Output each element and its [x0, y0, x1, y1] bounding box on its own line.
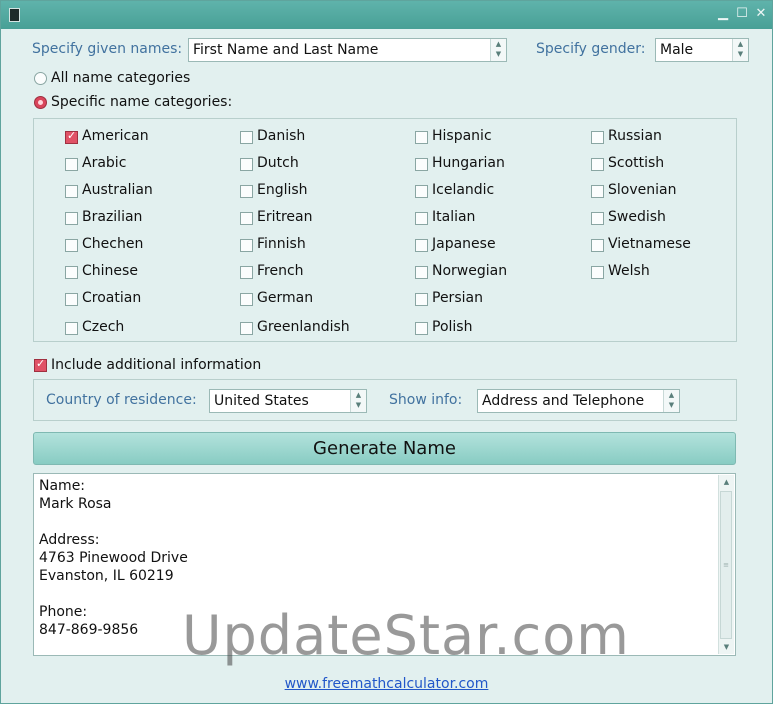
- category-checkbox[interactable]: [240, 239, 253, 252]
- category-checkbox[interactable]: [240, 266, 253, 279]
- category-label: Swedish: [608, 209, 666, 225]
- category-label: Hungarian: [432, 155, 505, 171]
- category-checkbox[interactable]: [591, 185, 604, 198]
- categories-group: American Arabic Australian Brazilian Chechen…: [33, 118, 737, 342]
- category-label: Persian: [432, 290, 483, 306]
- category-checkbox[interactable]: [65, 129, 78, 144]
- category-label: Arabic: [82, 155, 127, 171]
- category-label: Australian: [82, 182, 153, 198]
- category-checkbox[interactable]: [65, 239, 78, 252]
- category-label: Slovenian: [608, 182, 677, 198]
- scroll-down-icon[interactable]: ▼: [719, 640, 734, 654]
- category-label: Norwegian: [432, 263, 508, 279]
- minimize-icon[interactable]: ▁: [715, 6, 731, 22]
- category-checkbox[interactable]: [415, 185, 428, 198]
- category-label: Greenlandish: [257, 319, 350, 335]
- all-categories-label: All name categories: [51, 70, 191, 86]
- specific-categories-label: Specific name categories:: [51, 94, 233, 110]
- spin-arrows-icon[interactable]: ▲ ▼: [663, 390, 679, 412]
- category-label: French: [257, 263, 304, 279]
- category-label: English: [257, 182, 308, 198]
- category-label: Hispanic: [432, 128, 492, 144]
- category-checkbox[interactable]: [240, 322, 253, 335]
- category-label: Dutch: [257, 155, 299, 171]
- category-checkbox[interactable]: [65, 293, 78, 306]
- category-checkbox[interactable]: [65, 212, 78, 225]
- show-info-value: Address and Telephone: [482, 393, 645, 409]
- category-label: Czech: [82, 319, 125, 335]
- category-label: Italian: [432, 209, 476, 225]
- spin-arrows-icon[interactable]: ▲ ▼: [490, 39, 506, 61]
- category-checkbox[interactable]: [65, 266, 78, 279]
- category-checkbox[interactable]: [415, 266, 428, 279]
- given-names-value: First Name and Last Name: [193, 42, 379, 58]
- category-checkbox[interactable]: [65, 322, 78, 335]
- watermark-text: UpdateStar.com: [182, 604, 630, 667]
- category-label: Russian: [608, 128, 662, 144]
- country-select[interactable]: United States ▲ ▼: [209, 389, 367, 413]
- country-value: United States: [214, 393, 309, 409]
- category-checkbox[interactable]: [591, 131, 604, 144]
- given-names-label: Specify given names:: [32, 41, 183, 57]
- output-scrollbar[interactable]: ▲ ≡ ▼: [718, 475, 734, 654]
- category-checkbox[interactable]: [415, 131, 428, 144]
- gender-label: Specify gender:: [536, 41, 646, 57]
- category-label: Vietnamese: [608, 236, 691, 252]
- show-info-label: Show info:: [389, 392, 463, 408]
- category-checkbox[interactable]: [240, 158, 253, 171]
- category-checkbox[interactable]: [240, 131, 253, 144]
- category-checkbox[interactable]: [591, 158, 604, 171]
- category-checkbox[interactable]: [591, 239, 604, 252]
- category-checkbox[interactable]: [240, 212, 253, 225]
- category-checkbox[interactable]: [65, 158, 78, 171]
- category-checkbox[interactable]: [415, 158, 428, 171]
- country-label: Country of residence:: [46, 392, 197, 408]
- category-label: Japanese: [432, 236, 496, 252]
- scroll-up-icon[interactable]: ▲: [719, 475, 734, 489]
- category-label: Icelandic: [432, 182, 495, 198]
- spin-arrows-icon[interactable]: ▲ ▼: [732, 39, 748, 61]
- category-checkbox[interactable]: [415, 239, 428, 252]
- footer-link[interactable]: www.freemathcalculator.com: [1, 676, 772, 692]
- title-bar[interactable]: ▁ ☐ ✕: [1, 1, 772, 29]
- category-label: Croatian: [82, 290, 142, 306]
- show-info-select[interactable]: Address and Telephone ▲ ▼: [477, 389, 680, 413]
- app-icon: [9, 8, 20, 22]
- additional-group: Country of residence: United States ▲ ▼ S…: [33, 379, 737, 421]
- category-checkbox[interactable]: [415, 293, 428, 306]
- scroll-thumb[interactable]: ≡: [720, 491, 732, 639]
- spin-arrows-icon[interactable]: ▲ ▼: [350, 390, 366, 412]
- category-label: Eritrean: [257, 209, 313, 225]
- all-categories-radio[interactable]: [34, 72, 47, 85]
- category-label: Chechen: [82, 236, 144, 252]
- include-additional-checkbox[interactable]: [34, 357, 47, 372]
- gender-select[interactable]: Male ▲ ▼: [655, 38, 749, 62]
- category-label: Brazilian: [82, 209, 143, 225]
- generate-name-button[interactable]: Generate Name: [33, 432, 736, 465]
- category-label: Finnish: [257, 236, 306, 252]
- category-label: Scottish: [608, 155, 665, 171]
- category-checkbox[interactable]: [240, 293, 253, 306]
- category-checkbox[interactable]: [591, 212, 604, 225]
- category-label: German: [257, 290, 314, 306]
- category-label: Chinese: [82, 263, 138, 279]
- category-checkbox[interactable]: [415, 322, 428, 335]
- gender-value: Male: [660, 42, 694, 58]
- category-label: Danish: [257, 128, 306, 144]
- category-label: Polish: [432, 319, 473, 335]
- category-checkbox[interactable]: [240, 185, 253, 198]
- close-icon[interactable]: ✕: [753, 6, 769, 22]
- include-additional-label: Include additional information: [51, 357, 262, 373]
- specific-categories-radio[interactable]: [34, 96, 47, 109]
- category-label: Welsh: [608, 263, 650, 279]
- category-label: American: [82, 128, 149, 144]
- category-checkbox[interactable]: [415, 212, 428, 225]
- app-window: ▁ ☐ ✕ Specify given names: First Name an…: [0, 0, 773, 704]
- maximize-icon[interactable]: ☐: [734, 6, 750, 22]
- given-names-select[interactable]: First Name and Last Name ▲ ▼: [188, 38, 507, 62]
- category-checkbox[interactable]: [65, 185, 78, 198]
- category-checkbox[interactable]: [591, 266, 604, 279]
